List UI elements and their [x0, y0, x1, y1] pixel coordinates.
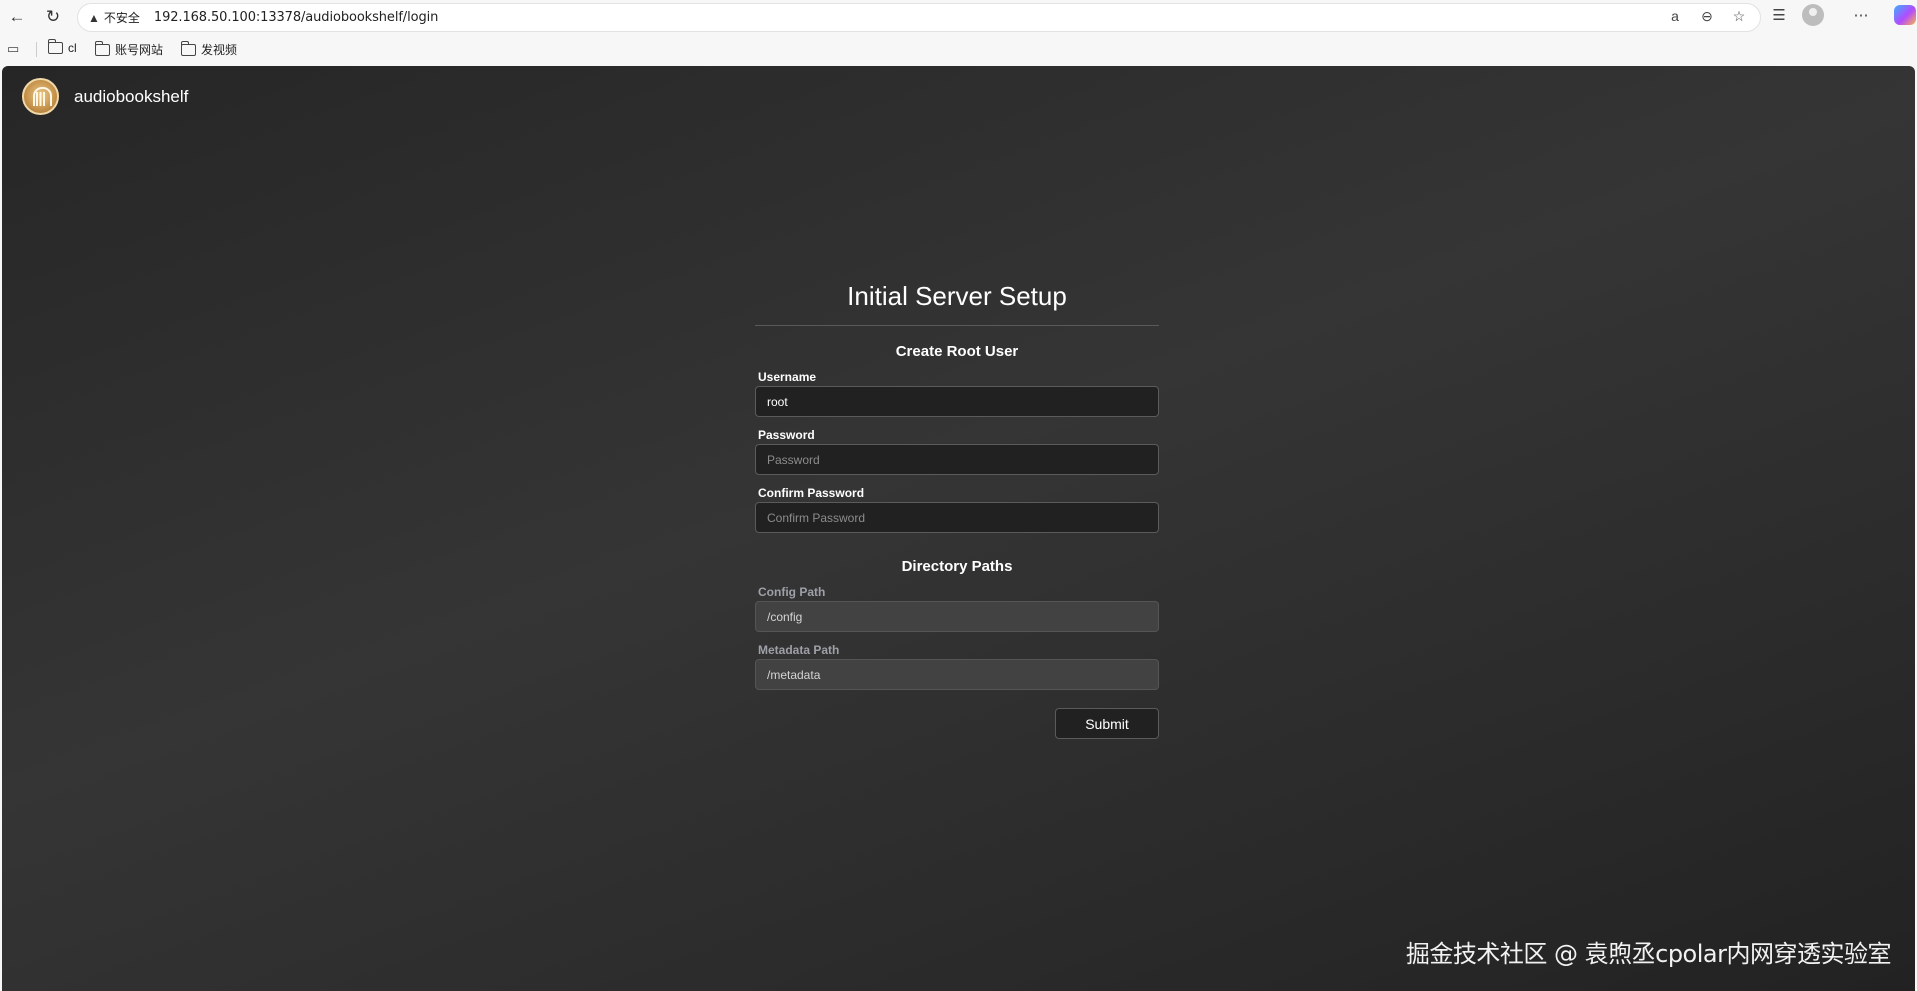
bookmark-label: 账号网站: [115, 43, 164, 57]
password-input[interactable]: [755, 444, 1159, 475]
bookmarks-divider: [36, 42, 37, 57]
bookmark-accounts[interactable]: 账号网站: [94, 40, 164, 58]
bookmark-cl[interactable]: cl: [47, 39, 77, 55]
folder-icon: [94, 40, 110, 56]
bookmarks-bar: ▭ cl 账号网站 发视频: [0, 34, 1917, 64]
insecure-label[interactable]: 不安全: [104, 9, 140, 26]
copilot-icon[interactable]: [1894, 5, 1916, 25]
username-input[interactable]: [755, 386, 1159, 417]
more-menu-icon[interactable]: ⋯: [1850, 6, 1872, 24]
section-heading-root-user: Create Root User: [895, 343, 1019, 360]
title-divider: [755, 325, 1159, 326]
setup-form: Initial Server Setup Create Root User Us…: [755, 278, 1159, 739]
folder-icon: [47, 39, 63, 54]
page-title: Initial Server Setup: [847, 281, 1067, 311]
confirm-password-label: Confirm Password: [758, 486, 865, 500]
favorite-star-icon[interactable]: ☆: [1730, 8, 1748, 25]
bookmark-videos[interactable]: 发视频: [180, 40, 238, 58]
profile-avatar-icon[interactable]: [1802, 4, 1824, 26]
app-title[interactable]: audiobookshelf: [74, 87, 188, 107]
url-text[interactable]: 192.168.50.100:13378/audiobookshelf/logi…: [154, 10, 438, 25]
warning-icon[interactable]: ▲: [88, 11, 100, 25]
browser-toolbar: ← ↻ ▲ 不安全 192.168.50.100:13378/audiobook…: [0, 0, 1917, 34]
back-arrow-icon[interactable]: ←: [4, 4, 30, 30]
bookmark-label: 发视频: [201, 43, 238, 57]
favorites-list-icon[interactable]: ☰: [1768, 6, 1790, 24]
app-viewport: audiobookshelf Initial Server Setup Crea…: [2, 66, 1915, 991]
metadata-path-input: [755, 659, 1159, 690]
address-bar[interactable]: ▲ 不安全 192.168.50.100:13378/audiobookshel…: [77, 3, 1761, 32]
username-label: Username: [758, 370, 817, 384]
confirm-password-input[interactable]: [755, 502, 1159, 533]
config-path-input: [755, 601, 1159, 632]
section-heading-directory-paths: Directory Paths: [901, 558, 1013, 575]
submit-row: Submit: [755, 708, 1159, 739]
folder-icon: [180, 40, 196, 56]
watermark: 掘金技术社区 @ 袁煦丞cpolar内网穿透实验室: [1405, 940, 1892, 968]
app-header: audiobookshelf: [22, 78, 188, 115]
audiobookshelf-logo-icon[interactable]: [22, 78, 59, 115]
sidebar-toggle-icon[interactable]: ▭: [7, 41, 19, 57]
zoom-icon[interactable]: ⊖: [1698, 8, 1716, 25]
metadata-path-label: Metadata Path: [758, 643, 840, 657]
translate-icon[interactable]: a: [1666, 8, 1684, 25]
submit-button[interactable]: Submit: [1055, 708, 1159, 739]
reload-icon[interactable]: ↻: [40, 4, 66, 30]
password-label: Password: [758, 428, 815, 442]
config-path-label: Config Path: [758, 585, 826, 599]
bookmark-label: cl: [68, 41, 77, 55]
